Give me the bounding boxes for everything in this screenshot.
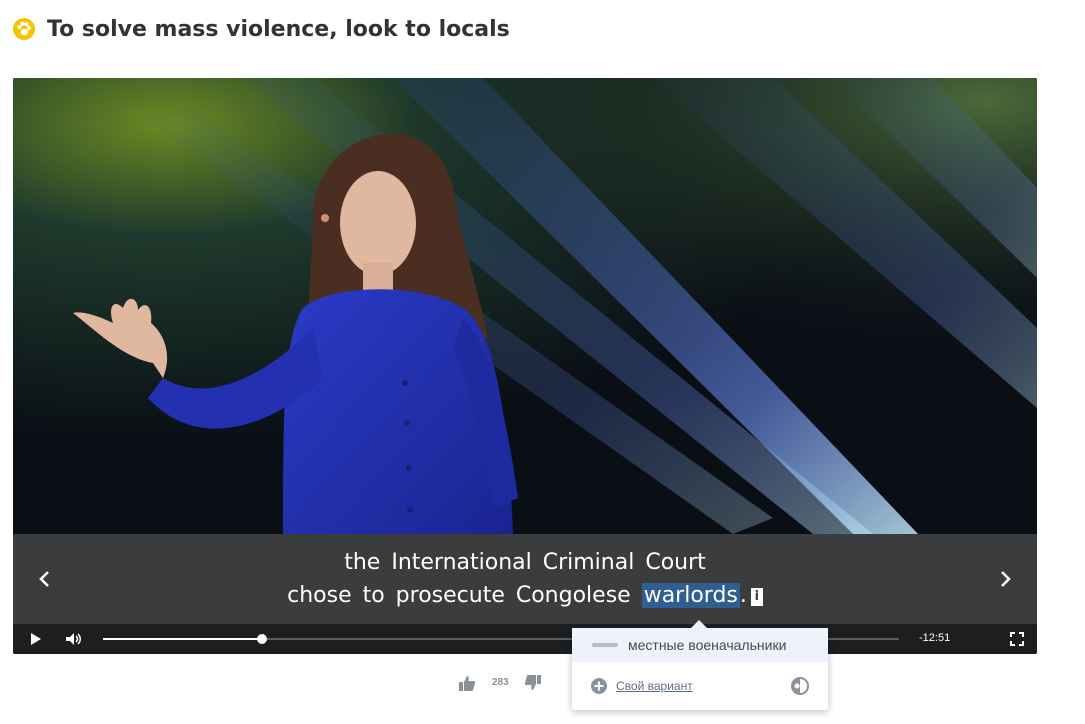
- progress-handle[interactable]: [257, 634, 268, 644]
- own-variant-row: Свой вариант: [572, 674, 828, 698]
- page-title: To solve mass violence, look to locals: [47, 16, 510, 42]
- next-subtitle-icon[interactable]: [993, 564, 1017, 594]
- subtitle-punctuation: .: [739, 583, 747, 608]
- video-frame: [13, 78, 1037, 534]
- page-header: To solve mass violence, look to locals: [13, 12, 510, 46]
- word-info-icon[interactable]: i: [750, 588, 763, 606]
- highlighted-word[interactable]: warlords: [641, 583, 740, 608]
- subtitle-line-1[interactable]: the International Criminal Court: [13, 550, 1037, 575]
- thumbs-down-icon[interactable]: [524, 674, 542, 692]
- subtitle-text[interactable]: chose to prosecute Congolese: [287, 583, 631, 608]
- subtitle-line-2[interactable]: chose to prosecute Congolese warlords. i: [13, 583, 1037, 608]
- translation-popup: местные военачальники Свой вариант: [572, 620, 828, 710]
- translation-text: местные военачальники: [628, 637, 787, 653]
- fullscreen-icon[interactable]: [1007, 629, 1027, 649]
- plus-circle-icon[interactable]: [590, 677, 608, 695]
- own-variant-link[interactable]: Свой вариант: [616, 679, 693, 693]
- contrast-icon[interactable]: [790, 676, 810, 696]
- volume-icon[interactable]: [63, 629, 83, 649]
- time-remaining: -12:51: [919, 632, 951, 644]
- progress-fill: [103, 638, 263, 640]
- dash-icon: [592, 643, 618, 647]
- video-player[interactable]: the International Criminal Court chose t…: [13, 78, 1037, 654]
- player-controls: -12:51: [13, 624, 1037, 654]
- like-count: 283: [492, 677, 509, 688]
- translation-option[interactable]: местные военачальники: [572, 628, 828, 662]
- play-icon[interactable]: [25, 629, 45, 649]
- subtitle-panel: the International Criminal Court chose t…: [13, 534, 1037, 624]
- paw-icon: [13, 18, 35, 40]
- thumbs-up-icon[interactable]: [458, 674, 476, 692]
